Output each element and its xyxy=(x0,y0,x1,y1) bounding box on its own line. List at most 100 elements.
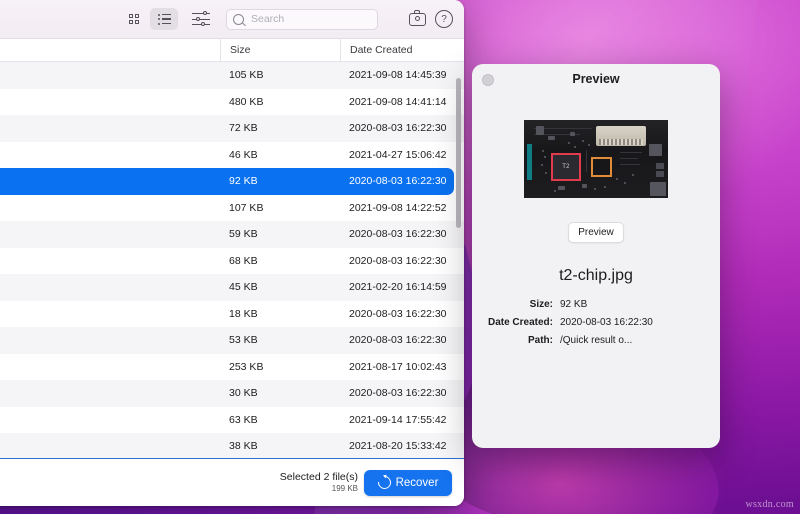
search-input[interactable] xyxy=(249,12,371,26)
file-name-cell: overy.jpg xyxy=(0,414,214,426)
file-size-cell: 253 KB xyxy=(229,360,264,373)
column-header-size[interactable]: Size xyxy=(220,39,340,61)
table-row[interactable]: g 59 KB 2020-08-03 16:22:30 xyxy=(0,221,464,248)
search-icon xyxy=(233,13,244,25)
file-date-cell: 2021-08-20 15:33:42 xyxy=(349,440,447,453)
file-list-scrollbar[interactable] xyxy=(456,78,461,228)
search-field[interactable] xyxy=(226,8,378,30)
file-date-cell: 2020-08-03 16:22:30 xyxy=(349,387,447,400)
file-size-cell: 72 KB xyxy=(229,122,258,135)
filter-sliders-icon[interactable] xyxy=(192,11,210,27)
metadata-value: 2020-08-03 16:22:30 xyxy=(560,317,653,328)
preview-titlebar: Preview xyxy=(472,64,720,94)
table-row[interactable]: rive-mac-terminal.jpg 30 KB 2020-08-03 16:… xyxy=(0,380,464,407)
file-size-cell: 30 KB xyxy=(229,387,258,400)
list-icon xyxy=(157,13,171,25)
grid-icon xyxy=(129,14,139,24)
file-name-cell: rive-mac.jpg xyxy=(0,361,214,373)
file-date-cell: 2020-08-03 16:22:30 xyxy=(349,307,447,320)
metadata-label: Date Created: xyxy=(487,317,553,328)
preview-panel: Preview T2 Preview t2-chip.jpg Size: 92 … xyxy=(472,64,720,448)
file-size-cell: 18 KB xyxy=(229,307,258,320)
recovery-app-window: ? Size Date Created ve.jpg 105 KB 2021-09-… xyxy=(0,0,464,506)
preview-filename: t2-chip.jpg xyxy=(559,267,633,284)
file-size-cell: 46 KB xyxy=(229,148,258,161)
file-size-cell: 63 KB xyxy=(229,413,258,426)
column-header-name[interactable] xyxy=(0,39,220,61)
table-row[interactable]: r-macos-update.jpg 38 KB 2021-08-20 15:33:… xyxy=(0,433,464,458)
file-date-cell: 2021-04-27 15:06:42 xyxy=(349,148,447,161)
file-name-cell: g xyxy=(0,281,214,293)
file-name-cell: d-cant-be-unlocked.jpg xyxy=(0,149,214,161)
bottom-status-bar: g 2.03 GB Selected 2 file(s) 199 KB Reco… xyxy=(0,458,464,506)
file-name-cell: very.jpg xyxy=(0,202,214,214)
table-row[interactable]: pg 480 KB 2021-09-08 14:41:14 xyxy=(0,88,464,115)
table-row[interactable]: very.jpg 107 KB 2021-09-08 14:22:52 xyxy=(0,194,464,221)
file-date-cell: 2020-08-03 16:22:30 xyxy=(349,334,447,347)
file-name-cell: c.jpg xyxy=(0,255,214,267)
column-header-date-created[interactable]: Date Created xyxy=(340,39,464,61)
watermark: wsxdn.com xyxy=(745,499,794,510)
file-size-cell: 107 KB xyxy=(229,201,264,214)
refresh-icon xyxy=(374,473,394,492)
file-date-cell: 2021-02-20 16:14:59 xyxy=(349,281,447,294)
metadata-value: 92 KB xyxy=(560,299,588,310)
preview-thumbnail[interactable]: T2 xyxy=(524,120,668,198)
table-row[interactable]: pg 53 KB 2020-08-03 16:22:30 xyxy=(0,327,464,354)
file-size-cell: 38 KB xyxy=(229,440,258,453)
preview-metadata: Size: 92 KB Date Created: 2020-08-03 16:22:… xyxy=(472,299,720,346)
table-row[interactable]: ve.jpg 105 KB 2021-09-08 14:45:39 xyxy=(0,62,464,89)
view-mode-segmented-control[interactable] xyxy=(120,8,178,30)
preview-title: Preview xyxy=(572,72,620,86)
file-size-cell: 480 KB xyxy=(229,95,264,108)
file-date-cell: 2021-08-17 10:02:43 xyxy=(349,360,447,373)
metadata-label: Size: xyxy=(529,299,553,310)
file-name-cell: -drive-not-showing-mac.jpg xyxy=(0,122,214,134)
metadata-row: Size: 92 KB xyxy=(472,299,720,310)
file-size-cell: 92 KB xyxy=(229,175,258,188)
t2-chip-label: T2 xyxy=(562,164,570,170)
file-name-cell: pg xyxy=(0,334,214,346)
file-name-cell: g xyxy=(0,228,214,240)
file-date-cell: 2020-08-03 16:22:30 xyxy=(349,254,447,267)
metadata-row: Date Created: 2020-08-03 16:22:30 xyxy=(472,317,720,328)
file-name-cell: rive-mac-terminal.jpg xyxy=(0,387,214,399)
metadata-value: /Quick result o... xyxy=(560,335,633,346)
file-size-cell: 53 KB xyxy=(229,334,258,347)
file-name-cell: pg xyxy=(0,308,214,320)
file-date-cell: 2020-08-03 16:22:30 xyxy=(349,228,447,241)
file-size-cell: 59 KB xyxy=(229,228,258,241)
file-date-cell: 2021-09-08 14:41:14 xyxy=(349,95,447,108)
selection-summary: Selected 2 file(s) 199 KB xyxy=(280,471,358,494)
metadata-label: Path: xyxy=(528,335,553,346)
selected-size-label: 199 KB xyxy=(331,484,358,494)
t2-chip-highlight: T2 xyxy=(551,153,581,181)
metadata-row: Path: /Quick result o... xyxy=(472,335,720,346)
table-row[interactable]: -drive-not-showing-mac.jpg 72 KB 2020-08-0… xyxy=(0,115,464,142)
column-header-row: Size Date Created xyxy=(0,39,464,62)
table-row[interactable]: g 45 KB 2021-02-20 16:14:59 xyxy=(0,274,464,301)
camera-icon[interactable] xyxy=(409,10,426,26)
list-view-button[interactable] xyxy=(150,8,178,30)
file-name-cell: pg xyxy=(0,96,214,108)
toolbar: ? xyxy=(0,0,464,39)
file-date-cell: 2020-08-03 16:22:30 xyxy=(349,122,447,135)
table-row[interactable]: pg 18 KB 2020-08-03 16:22:30 xyxy=(0,300,464,327)
table-row[interactable]: overy.jpg 63 KB 2021-09-14 17:55:42 xyxy=(0,406,464,433)
file-list[interactable]: ve.jpg 105 KB 2021-09-08 14:45:39 pg 480 KB 2… xyxy=(0,62,464,458)
table-row[interactable]: 92 KB 2020-08-03 16:22:30 xyxy=(0,168,454,195)
file-size-cell: 105 KB xyxy=(229,69,264,82)
table-row[interactable]: c.jpg 68 KB 2020-08-03 16:22:30 xyxy=(0,247,464,274)
recover-button[interactable]: Recover xyxy=(364,469,452,496)
help-icon[interactable]: ? xyxy=(435,10,453,28)
file-size-cell: 68 KB xyxy=(229,254,258,267)
recover-button-label: Recover xyxy=(395,476,439,489)
grid-view-button[interactable] xyxy=(120,8,148,30)
table-row[interactable]: rive-mac.jpg 253 KB 2021-08-17 10:02:43 xyxy=(0,353,464,380)
table-row[interactable]: d-cant-be-unlocked.jpg 46 KB 2021-04-27 15… xyxy=(0,141,464,168)
selected-count-label: Selected 2 file(s) xyxy=(279,470,358,483)
close-icon[interactable] xyxy=(482,74,494,86)
preview-open-button[interactable]: Preview xyxy=(568,222,624,243)
secondary-chip-highlight xyxy=(591,157,612,177)
file-date-cell: 2021-09-08 14:45:39 xyxy=(349,69,447,82)
